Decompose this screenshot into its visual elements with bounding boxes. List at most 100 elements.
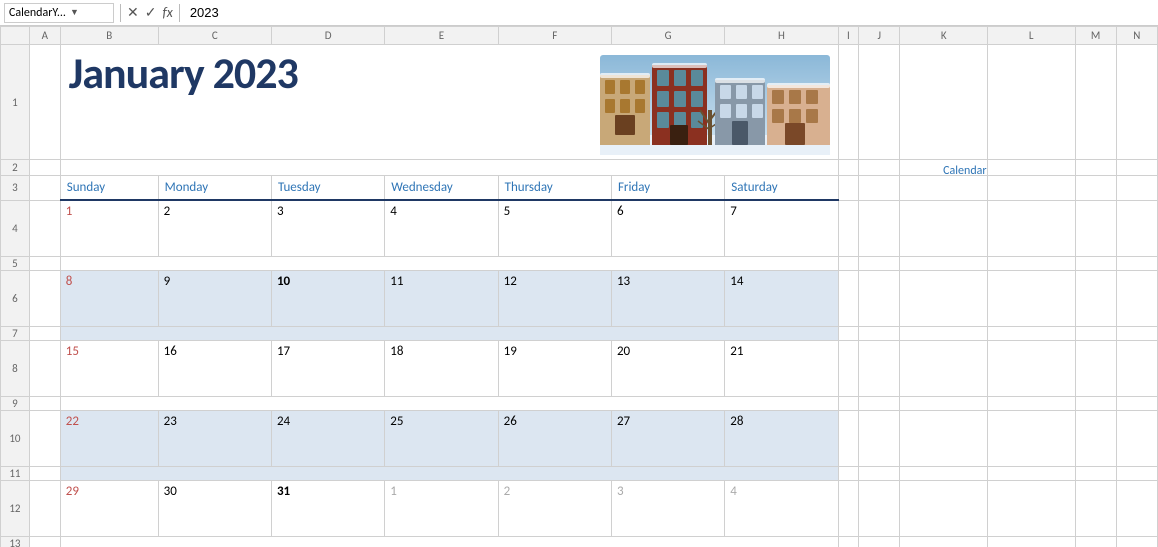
cell-k11[interactable] [900, 466, 988, 480]
col-header-j[interactable]: J [859, 27, 900, 45]
cell-k6[interactable] [900, 270, 988, 326]
cell-h6[interactable]: 14 [725, 270, 838, 326]
name-box[interactable]: CalendarY... ▼ [4, 3, 114, 23]
cell-a7[interactable] [29, 326, 60, 340]
cell-m8[interactable] [1075, 340, 1116, 396]
cell-n1[interactable] [1116, 45, 1157, 160]
cell-g8[interactable]: 20 [611, 340, 724, 396]
cell-i5[interactable] [838, 256, 859, 270]
cell-k9[interactable] [900, 396, 988, 410]
cell-c8[interactable]: 16 [158, 340, 271, 396]
cell-i13[interactable] [838, 536, 859, 547]
cell-f4[interactable]: 5 [498, 200, 611, 256]
cell-l3[interactable] [987, 176, 1075, 201]
cell-m12[interactable] [1075, 480, 1116, 536]
cell-l9[interactable] [987, 396, 1075, 410]
cell-j8[interactable] [859, 340, 900, 396]
cell-c4[interactable]: 2 [158, 200, 271, 256]
cell-j4[interactable] [859, 200, 900, 256]
cell-m3[interactable] [1075, 176, 1116, 201]
cell-f12[interactable]: 2 [498, 480, 611, 536]
cell-m13[interactable] [1075, 536, 1116, 547]
cell-n7[interactable] [1116, 326, 1157, 340]
cell-m4[interactable] [1075, 200, 1116, 256]
cell-a6[interactable] [29, 270, 60, 326]
cell-l5[interactable] [987, 256, 1075, 270]
cell-f6[interactable]: 12 [498, 270, 611, 326]
cell-j10[interactable] [859, 410, 900, 466]
cell-l4[interactable] [987, 200, 1075, 256]
cell-h3-saturday[interactable]: Saturday [725, 176, 838, 201]
cell-i4[interactable] [838, 200, 859, 256]
cell-l13[interactable] [987, 536, 1075, 547]
cell-i2[interactable] [838, 160, 859, 176]
cell-c10[interactable]: 23 [158, 410, 271, 466]
col-header-f[interactable]: F [498, 27, 611, 45]
cell-n13[interactable] [1116, 536, 1157, 547]
cell-n4[interactable] [1116, 200, 1157, 256]
col-header-b[interactable]: B [60, 27, 158, 45]
cell-b8[interactable]: 15 [60, 340, 158, 396]
col-header-c[interactable]: C [158, 27, 271, 45]
cell-e3-wednesday[interactable]: Wednesday [385, 176, 498, 201]
cell-n6[interactable] [1116, 270, 1157, 326]
cell-l11[interactable] [987, 466, 1075, 480]
cell-a8[interactable] [29, 340, 60, 396]
cell-b9-h9[interactable] [60, 396, 838, 410]
cell-j12[interactable] [859, 480, 900, 536]
cell-i7[interactable] [838, 326, 859, 340]
cell-k2[interactable]: Calendar Settings Year Week Start 202 [900, 160, 988, 176]
cancel-icon[interactable]: ✕ [127, 4, 139, 21]
cell-a4[interactable] [29, 200, 60, 256]
cell-l8[interactable] [987, 340, 1075, 396]
cell-j2[interactable] [859, 160, 900, 176]
cell-a13[interactable] [29, 536, 60, 547]
cell-k8[interactable] [900, 340, 988, 396]
cell-a1[interactable] [29, 45, 60, 160]
col-header-g[interactable]: G [611, 27, 724, 45]
col-header-i[interactable]: I [838, 27, 859, 45]
cell-b4[interactable]: 1 [60, 200, 158, 256]
cell-b2[interactable] [60, 160, 838, 176]
col-header-e[interactable]: E [385, 27, 498, 45]
cell-d10[interactable]: 24 [271, 410, 384, 466]
cell-g4[interactable]: 6 [611, 200, 724, 256]
cell-d8[interactable]: 17 [271, 340, 384, 396]
cell-b11-h11[interactable] [60, 466, 838, 480]
cell-k4[interactable]: Enter yearin this cell [900, 200, 988, 256]
cell-i9[interactable] [838, 396, 859, 410]
cell-g12[interactable]: 3 [611, 480, 724, 536]
cell-h12[interactable]: 4 [725, 480, 838, 536]
cell-c3-monday[interactable]: Monday [158, 176, 271, 201]
confirm-icon[interactable]: ✓ [145, 4, 157, 21]
cell-c12[interactable]: 30 [158, 480, 271, 536]
cell-j3[interactable] [859, 176, 900, 201]
cell-c6[interactable]: 9 [158, 270, 271, 326]
cell-j1[interactable] [859, 45, 900, 160]
cell-a3[interactable] [29, 176, 60, 201]
col-header-a[interactable]: A [29, 27, 60, 45]
col-header-m[interactable]: M [1075, 27, 1116, 45]
cell-b13-h13[interactable] [60, 536, 838, 547]
cell-m5[interactable] [1075, 256, 1116, 270]
cell-e10[interactable]: 25 [385, 410, 498, 466]
cell-n12[interactable] [1116, 480, 1157, 536]
cell-i3[interactable] [838, 176, 859, 201]
cell-k1[interactable] [900, 45, 988, 160]
cell-e6[interactable]: 11 [385, 270, 498, 326]
cell-k7[interactable] [900, 326, 988, 340]
cell-a9[interactable] [29, 396, 60, 410]
cell-e12[interactable]: 1 [385, 480, 498, 536]
cell-b3-sunday[interactable]: Sunday [60, 176, 158, 201]
cell-n8[interactable] [1116, 340, 1157, 396]
cell-m11[interactable] [1075, 466, 1116, 480]
cell-g3-friday[interactable]: Friday [611, 176, 724, 201]
cell-a12[interactable] [29, 480, 60, 536]
cell-b7-h7[interactable] [60, 326, 838, 340]
cell-b10[interactable]: 22 [60, 410, 158, 466]
cell-m10[interactable] [1075, 410, 1116, 466]
col-header-l[interactable]: L [987, 27, 1075, 45]
function-icon[interactable]: fx [162, 4, 172, 21]
cell-n3[interactable] [1116, 176, 1157, 201]
cell-g10[interactable]: 27 [611, 410, 724, 466]
